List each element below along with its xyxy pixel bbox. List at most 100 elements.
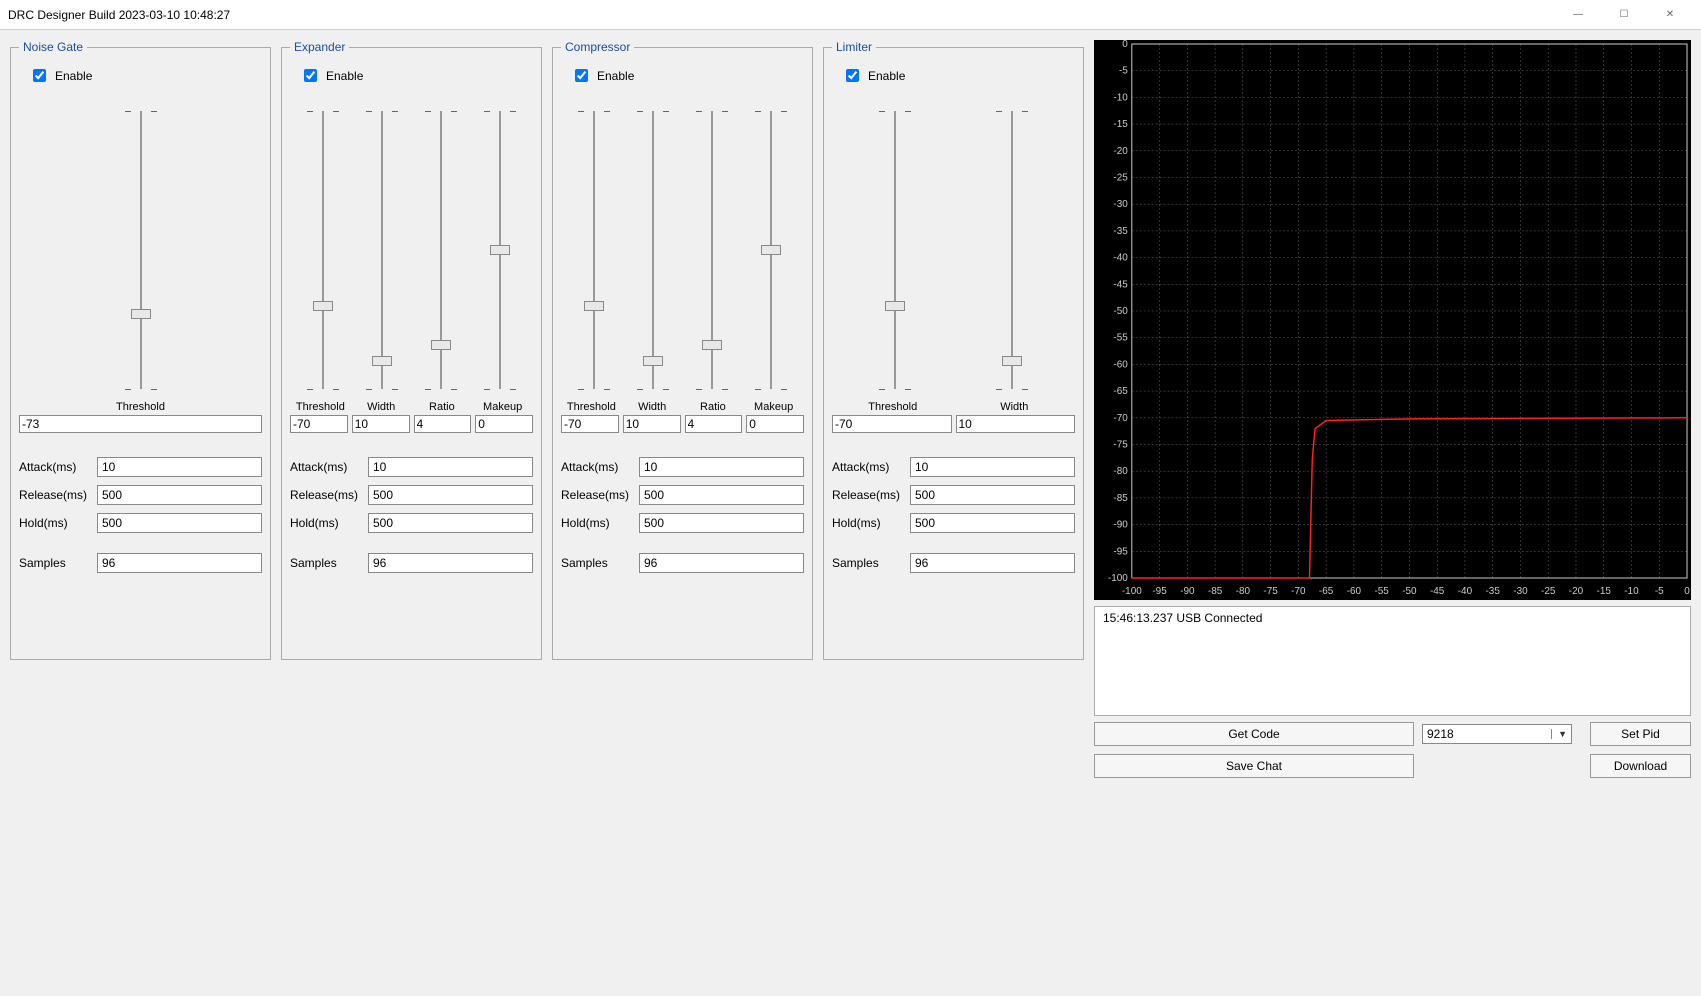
samples-label: Samples (290, 556, 362, 570)
limiter-attack-input[interactable] (910, 457, 1075, 477)
slider-label: Threshold (19, 401, 262, 413)
compressor-enable-checkbox[interactable] (575, 69, 588, 82)
slider-label: Width (954, 401, 1076, 413)
compressor-attack-input[interactable] (639, 457, 804, 477)
minimize-button[interactable]: — (1555, 0, 1601, 30)
panel-title: Compressor (561, 40, 634, 54)
pid-select[interactable]: 9218 ▼ (1422, 724, 1572, 744)
svg-text:-70: -70 (1291, 586, 1306, 597)
slider-label: Threshold (290, 401, 351, 413)
panel-limiter: Limiter Enable ThresholdWidth Attack(ms)… (823, 40, 1084, 660)
compressor-width-slider[interactable] (643, 105, 663, 395)
svg-text:-55: -55 (1113, 333, 1128, 344)
svg-text:-45: -45 (1430, 586, 1445, 597)
svg-text:-65: -65 (1319, 586, 1334, 597)
svg-text:-30: -30 (1113, 199, 1128, 210)
download-button[interactable]: Download (1590, 754, 1691, 778)
limiter-width-slider[interactable] (1002, 105, 1022, 395)
expander-threshold-input[interactable] (290, 415, 348, 433)
samples-label: Samples (561, 556, 633, 570)
limiter-threshold-slider[interactable] (885, 105, 905, 395)
chevron-down-icon: ▼ (1551, 729, 1567, 739)
svg-text:-50: -50 (1402, 586, 1417, 597)
noiseGate-threshold-input[interactable] (19, 415, 262, 433)
expander-attack-input[interactable] (368, 457, 533, 477)
expander-width-input[interactable] (352, 415, 410, 433)
compressor-samples-input[interactable] (639, 553, 804, 573)
svg-text:-65: -65 (1113, 386, 1128, 397)
noiseGate-enable-checkbox[interactable] (33, 69, 46, 82)
svg-text:-10: -10 (1113, 92, 1128, 103)
attack-label: Attack(ms) (290, 460, 362, 474)
svg-text:-75: -75 (1263, 586, 1278, 597)
limiter-width-input[interactable] (956, 415, 1076, 433)
slider-label: Width (351, 401, 412, 413)
hold-label: Hold(ms) (290, 516, 362, 530)
expander-release-input[interactable] (368, 485, 533, 505)
svg-text:-95: -95 (1113, 546, 1128, 557)
compressor-makeup-input[interactable] (746, 415, 804, 433)
save-chat-button[interactable]: Save Chat (1094, 754, 1414, 778)
expander-threshold-slider[interactable] (313, 105, 333, 395)
compressor-threshold-slider[interactable] (584, 105, 604, 395)
enable-label: Enable (597, 69, 634, 83)
enable-label: Enable (868, 69, 905, 83)
compressor-hold-input[interactable] (639, 513, 804, 533)
svg-text:-25: -25 (1113, 172, 1128, 183)
limiter-release-input[interactable] (910, 485, 1075, 505)
limiter-threshold-input[interactable] (832, 415, 952, 433)
expander-ratio-slider[interactable] (431, 105, 451, 395)
svg-text:-50: -50 (1113, 306, 1128, 317)
panel-title: Noise Gate (19, 40, 87, 54)
svg-text:-60: -60 (1347, 586, 1362, 597)
compressor-release-input[interactable] (639, 485, 804, 505)
expander-ratio-input[interactable] (414, 415, 472, 433)
close-button[interactable]: ✕ (1647, 0, 1693, 30)
titlebar: DRC Designer Build 2023-03-10 10:48:27 —… (0, 0, 1701, 30)
release-label: Release(ms) (19, 488, 91, 502)
window-title: DRC Designer Build 2023-03-10 10:48:27 (8, 8, 230, 22)
svg-text:-90: -90 (1113, 520, 1128, 531)
compressor-width-input[interactable] (623, 415, 681, 433)
svg-text:-35: -35 (1486, 586, 1501, 597)
expander-makeup-slider[interactable] (490, 105, 510, 395)
log-output: 15:46:13.237 USB Connected (1094, 606, 1691, 716)
expander-enable-checkbox[interactable] (304, 69, 317, 82)
hold-label: Hold(ms) (832, 516, 904, 530)
svg-text:-95: -95 (1152, 586, 1167, 597)
compressor-threshold-input[interactable] (561, 415, 619, 433)
hold-label: Hold(ms) (19, 516, 91, 530)
slider-label: Ratio (683, 401, 744, 413)
limiter-hold-input[interactable] (910, 513, 1075, 533)
release-label: Release(ms) (290, 488, 362, 502)
set-pid-button[interactable]: Set Pid (1590, 722, 1691, 746)
compressor-makeup-slider[interactable] (761, 105, 781, 395)
svg-text:-5: -5 (1119, 66, 1128, 77)
noiseGate-samples-input[interactable] (97, 553, 262, 573)
svg-text:-85: -85 (1208, 586, 1223, 597)
noiseGate-attack-input[interactable] (97, 457, 262, 477)
maximize-button[interactable]: ☐ (1601, 0, 1647, 30)
noiseGate-release-input[interactable] (97, 485, 262, 505)
expander-width-slider[interactable] (372, 105, 392, 395)
compressor-ratio-slider[interactable] (702, 105, 722, 395)
panel-noiseGate: Noise Gate Enable Threshold Attack(ms) R… (10, 40, 271, 660)
svg-text:-20: -20 (1113, 146, 1128, 157)
get-code-button[interactable]: Get Code (1094, 722, 1414, 746)
svg-text:-75: -75 (1113, 439, 1128, 450)
expander-samples-input[interactable] (368, 553, 533, 573)
slider-label: Ratio (412, 401, 473, 413)
expander-makeup-input[interactable] (475, 415, 533, 433)
panel-compressor: Compressor Enable ThresholdWidthRatioMak… (552, 40, 813, 660)
expander-hold-input[interactable] (368, 513, 533, 533)
svg-text:-60: -60 (1113, 359, 1128, 370)
limiter-samples-input[interactable] (910, 553, 1075, 573)
svg-text:-15: -15 (1113, 119, 1128, 130)
svg-text:-55: -55 (1374, 586, 1389, 597)
svg-text:-90: -90 (1180, 586, 1195, 597)
noiseGate-threshold-slider[interactable] (131, 105, 151, 395)
noiseGate-hold-input[interactable] (97, 513, 262, 533)
compressor-ratio-input[interactable] (685, 415, 743, 433)
limiter-enable-checkbox[interactable] (846, 69, 859, 82)
slider-label: Makeup (472, 401, 533, 413)
